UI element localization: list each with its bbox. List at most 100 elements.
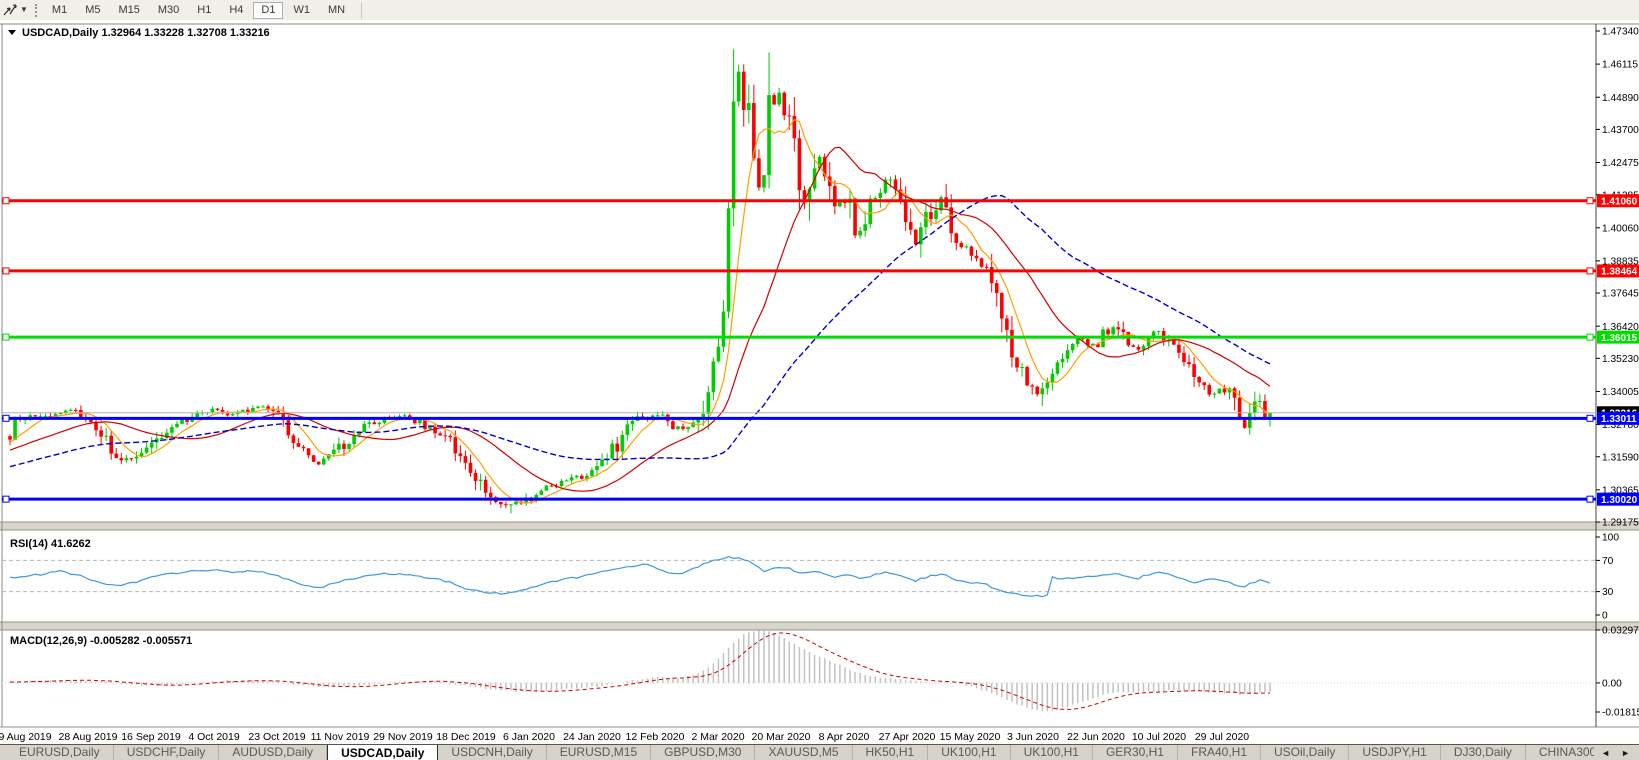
macd-tick: -0.018154 <box>1602 708 1639 719</box>
date-label: 28 Aug 2019 <box>59 731 118 743</box>
tab-usdcnh-daily[interactable]: USDCNH,Daily <box>438 745 547 760</box>
date-label: 16 Sep 2019 <box>121 731 181 743</box>
timeframe-button-w1[interactable]: W1 <box>285 2 318 19</box>
tab-usdcad-daily[interactable]: USDCAD,Daily <box>327 745 439 760</box>
tab-scroll-right-icon[interactable]: ► <box>1621 748 1630 758</box>
chart-window: 1.473401.461151.448901.437001.424751.412… <box>0 20 1639 744</box>
date-label: 8 Apr 2020 <box>819 731 870 743</box>
price-tick: 1.35230 <box>1602 354 1639 365</box>
price-tick: 1.37645 <box>1602 289 1639 300</box>
tab-hk50-h1[interactable]: HK50,H1 <box>853 745 929 760</box>
price-tick: 1.47340 <box>1602 27 1639 38</box>
date-label: 24 Jan 2020 <box>563 731 621 743</box>
macd-tick: 0.032972 <box>1602 626 1639 637</box>
rsi-line <box>9 555 1271 598</box>
timeframe-button-mn[interactable]: MN <box>320 2 353 19</box>
macd-tick: 0.00 <box>1602 678 1622 689</box>
level-price-text: 1.36015 <box>1601 333 1638 344</box>
date-label: 4 Oct 2019 <box>188 731 240 743</box>
toolbar: ▼ M1 M5 M15 M30 H1 H4 D1 W1 MN <box>0 0 1639 21</box>
macd-label: MACD(12,26,9) -0.005282 -0.005571 <box>10 635 192 647</box>
date-label: 3 Jun 2020 <box>1007 731 1059 743</box>
timeframe-button-h4[interactable]: H4 <box>221 2 251 19</box>
ma-line <box>9 146 1271 492</box>
ma-line <box>9 118 1271 504</box>
rsi-tick: 100 <box>1602 533 1619 544</box>
level-handle[interactable] <box>1586 414 1594 422</box>
line-studies-button[interactable]: ▼ <box>0 1 32 19</box>
date-label: 12 Feb 2020 <box>626 731 685 743</box>
tab-scroll-arrows: ◄ ► <box>1594 745 1639 760</box>
tab-eurusd-m15[interactable]: EURUSD,M15 <box>547 745 652 760</box>
tab-usdjpy-h1[interactable]: USDJPY,H1 <box>1349 745 1441 760</box>
date-label: 6 Jan 2020 <box>503 731 555 743</box>
chart-tab-bar: EURUSD,Daily USDCHF,Daily AUDUSD,Daily USDC… <box>0 744 1639 760</box>
tab-audusd-daily[interactable]: AUDUSD,Daily <box>219 745 328 760</box>
date-label: 2 Mar 2020 <box>691 731 744 743</box>
date-label: 15 May 2020 <box>940 731 1001 743</box>
level-handle[interactable] <box>2 495 10 503</box>
macd-signal-line <box>10 632 1271 711</box>
timeframe-button-m30[interactable]: M30 <box>150 2 187 19</box>
timeframe-button-m1[interactable]: M1 <box>44 2 75 19</box>
date-label: 18 Dec 2019 <box>436 731 496 743</box>
timeframe-buttons: M1 M5 M15 M30 H1 H4 D1 W1 MN <box>44 1 353 19</box>
rsi-tick: 0 <box>1602 611 1608 622</box>
ma-line <box>9 194 1271 468</box>
level-handle[interactable] <box>2 414 10 422</box>
tab-gbpusd-m30[interactable]: GBPUSD,M30 <box>651 745 756 760</box>
mt4-window: ▼ M1 M5 M15 M30 H1 H4 D1 W1 MN 1.47340 1.46115 1.4… <box>0 0 1639 760</box>
tab-usoil-daily[interactable]: USOil,Daily <box>1261 745 1350 760</box>
level-handle[interactable] <box>1586 495 1594 503</box>
date-label: 10 Jul 2020 <box>1132 731 1186 743</box>
tab-fra40-h1[interactable]: FRA40,H1 <box>1178 745 1262 760</box>
level-price-text: 1.33011 <box>1601 414 1637 425</box>
chart-title: USDCAD,Daily 1.32964 1.33228 1.32708 1.3… <box>22 27 270 39</box>
toolbar-grip[interactable] <box>34 3 37 17</box>
toolbar-separator <box>361 2 363 18</box>
candles-series <box>8 71 1272 506</box>
rsi-label: RSI(14) 41.6262 <box>10 538 91 550</box>
rsi-tick: 30 <box>1602 587 1614 598</box>
date-label: 27 Apr 2020 <box>879 731 936 743</box>
level-handle[interactable] <box>1586 197 1594 205</box>
price-tick: 1.34005 <box>1602 387 1639 398</box>
tab-usdchf-daily[interactable]: USDCHF,Daily <box>114 745 220 760</box>
chart-tabs: EURUSD,Daily USDCHF,Daily AUDUSD,Daily USDC… <box>0 745 1639 760</box>
level-price-text: 1.41060 <box>1601 197 1638 208</box>
tab-scroll-left-icon[interactable]: ◄ <box>1601 748 1610 758</box>
price-tick: 1.31590 <box>1602 452 1639 463</box>
level-handle[interactable] <box>2 333 10 341</box>
level-handle[interactable] <box>2 267 10 275</box>
tab-uk100-h1[interactable]: UK100,H1 <box>928 745 1011 760</box>
level-handle[interactable] <box>2 197 10 205</box>
price-tick: 1.46115 <box>1602 60 1638 71</box>
price-tick: 1.29175 <box>1602 518 1639 529</box>
chart-canvas[interactable]: 1.473401.461151.448901.437001.424751.412… <box>0 20 1639 744</box>
level-handle[interactable] <box>1586 333 1594 341</box>
chevron-down-icon: ▼ <box>20 5 28 14</box>
date-label: 20 Mar 2020 <box>752 731 811 743</box>
tab-eurusd-daily[interactable]: EURUSD,Daily <box>6 745 114 760</box>
timeframe-button-m5[interactable]: M5 <box>77 2 108 19</box>
tab-ger30-h1[interactable]: GER30,H1 <box>1093 745 1178 760</box>
tab-uk100-h1[interactable]: UK100,H1 <box>1011 745 1093 760</box>
date-label: 23 Oct 2019 <box>248 731 305 743</box>
level-handle[interactable] <box>1586 267 1594 275</box>
rsi-tick: 70 <box>1602 556 1614 567</box>
tab-xauusd-m5[interactable]: XAUUSD,M5 <box>755 745 853 760</box>
date-label: 22 Jun 2020 <box>1067 731 1125 743</box>
date-label: 9 Aug 2019 <box>0 731 52 743</box>
chart-menu-arrow-icon[interactable] <box>8 30 16 35</box>
timeframe-button-m15[interactable]: M15 <box>110 2 147 19</box>
price-tick: 1.44890 <box>1602 93 1639 104</box>
timeframe-button-d1[interactable]: D1 <box>253 1 284 19</box>
timeframe-button-h1[interactable]: H1 <box>189 2 219 19</box>
tab-dj30-daily[interactable]: DJ30,Daily <box>1441 745 1526 760</box>
date-label: 29 Nov 2019 <box>373 731 433 743</box>
price-tick: 1.40060 <box>1602 223 1639 234</box>
price-tick: 1.43700 <box>1602 125 1639 136</box>
date-label: 29 Jul 2020 <box>1195 731 1249 743</box>
line-studies-icon <box>3 4 17 16</box>
price-tick: 1.42475 <box>1602 158 1639 169</box>
